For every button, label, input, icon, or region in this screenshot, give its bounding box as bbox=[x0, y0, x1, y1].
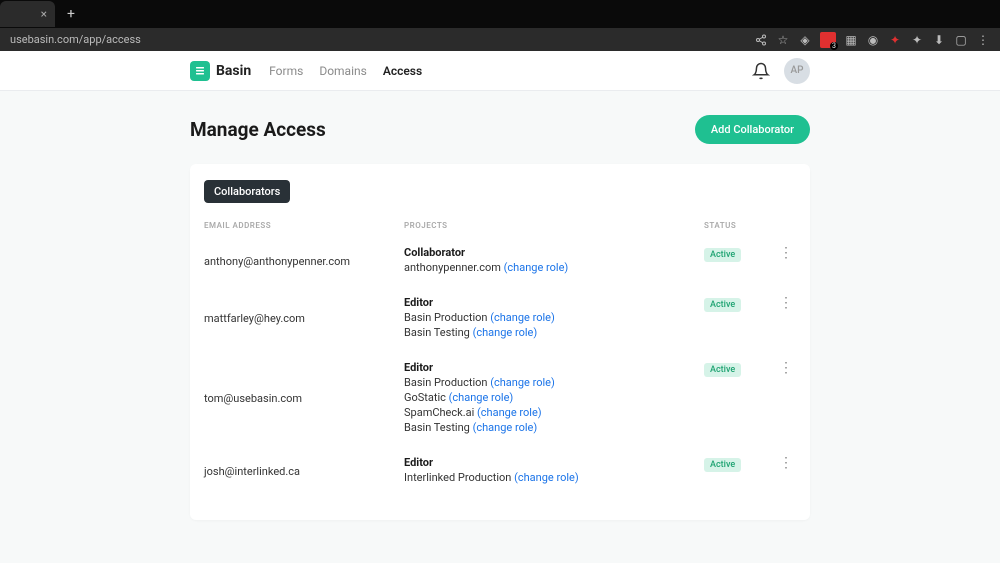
project-line: Basin Production (change role) bbox=[404, 311, 704, 324]
change-role-link[interactable]: (change role) bbox=[490, 311, 555, 324]
share-icon[interactable] bbox=[754, 33, 768, 47]
projects-cell: Editor Basin Production (change role) GoSt… bbox=[404, 361, 704, 436]
kebab-icon[interactable]: ⋮ bbox=[779, 363, 792, 373]
nav-links: Forms Domains Access bbox=[269, 64, 422, 78]
project-line: anthonypenner.com (change role) bbox=[404, 261, 704, 274]
email-cell: anthony@anthonypenner.com bbox=[204, 246, 404, 276]
kebab-icon[interactable]: ⋮ bbox=[779, 458, 792, 468]
role-label: Editor bbox=[404, 296, 704, 309]
col-header-email: EMAIL ADDRESS bbox=[204, 221, 404, 230]
status-badge: Active bbox=[704, 458, 741, 472]
projects-cell: Editor Basin Production (change role) Basi… bbox=[404, 296, 704, 341]
project-line: Interlinked Production (change role) bbox=[404, 471, 704, 484]
extension-icon[interactable]: ▦ bbox=[844, 33, 858, 47]
row-actions[interactable]: ⋮ bbox=[759, 456, 796, 486]
col-header-status: STATUS bbox=[704, 221, 759, 230]
page-header: Manage Access Add Collaborator bbox=[190, 115, 810, 144]
window-icon[interactable]: ▢ bbox=[954, 33, 968, 47]
row-actions[interactable]: ⋮ bbox=[759, 361, 796, 436]
col-header-projects: PROJECTS bbox=[404, 221, 704, 230]
projects-cell: Collaborator anthonypenner.com (change ro… bbox=[404, 246, 704, 276]
tab-collaborators[interactable]: Collaborators bbox=[204, 180, 290, 203]
extension-icon[interactable]: ◉ bbox=[866, 33, 880, 47]
browser-chrome: × + usebasin.com/app/access ☆ ◈ ▦ ◉ ✦ ✦ … bbox=[0, 0, 1000, 51]
logo[interactable]: Basin bbox=[190, 61, 251, 81]
table-header: EMAIL ADDRESS PROJECTS STATUS bbox=[190, 211, 810, 236]
new-tab-icon[interactable]: + bbox=[67, 6, 75, 22]
change-role-link[interactable]: (change role) bbox=[490, 376, 555, 389]
browser-extensions: ☆ ◈ ▦ ◉ ✦ ✦ ⬇ ▢ ⋮ bbox=[754, 32, 990, 48]
change-role-link[interactable]: (change role) bbox=[514, 471, 579, 484]
nav-link-forms[interactable]: Forms bbox=[269, 64, 303, 78]
project-line: Basin Testing (change role) bbox=[404, 421, 704, 434]
table-row: josh@interlinked.caEditor Interlinked Pro… bbox=[190, 446, 810, 496]
email-cell: mattfarley@hey.com bbox=[204, 296, 404, 341]
nav-link-access[interactable]: Access bbox=[383, 64, 422, 78]
page-content: Manage Access Add Collaborator Collabora… bbox=[0, 91, 1000, 544]
projects-cell: Editor Interlinked Production (change rol… bbox=[404, 456, 704, 486]
url-text: usebasin.com/app/access bbox=[10, 33, 141, 46]
status-badge: Active bbox=[704, 298, 741, 312]
extension-icon[interactable]: ◈ bbox=[798, 33, 812, 47]
change-role-link[interactable]: (change role) bbox=[477, 406, 542, 419]
download-icon[interactable]: ⬇ bbox=[932, 33, 946, 47]
star-icon[interactable]: ☆ bbox=[776, 33, 790, 47]
puzzle-icon[interactable]: ✦ bbox=[910, 33, 924, 47]
project-line: SpamCheck.ai (change role) bbox=[404, 406, 704, 419]
table-row: anthony@anthonypenner.comCollaborator ant… bbox=[190, 236, 810, 286]
close-icon[interactable]: × bbox=[41, 7, 47, 21]
status-cell: Active bbox=[704, 246, 759, 276]
kebab-icon[interactable]: ⋮ bbox=[779, 248, 792, 258]
logo-text: Basin bbox=[216, 63, 251, 79]
top-nav: Basin Forms Domains Access AP bbox=[0, 51, 1000, 91]
extension-icon[interactable]: ✦ bbox=[888, 33, 902, 47]
browser-tab[interactable]: × bbox=[0, 1, 55, 27]
status-cell: Active bbox=[704, 456, 759, 486]
kebab-icon[interactable]: ⋮ bbox=[779, 298, 792, 308]
menu-icon[interactable]: ⋮ bbox=[976, 33, 990, 47]
row-actions[interactable]: ⋮ bbox=[759, 246, 796, 276]
row-actions[interactable]: ⋮ bbox=[759, 296, 796, 341]
collaborators-card: Collaborators EMAIL ADDRESS PROJECTS STA… bbox=[190, 164, 810, 520]
role-label: Collaborator bbox=[404, 246, 704, 259]
change-role-link[interactable]: (change role) bbox=[473, 421, 538, 434]
page-title: Manage Access bbox=[190, 118, 326, 141]
status-cell: Active bbox=[704, 361, 759, 436]
role-label: Editor bbox=[404, 361, 704, 374]
role-label: Editor bbox=[404, 456, 704, 469]
browser-tab-bar: × + bbox=[0, 0, 1000, 28]
avatar[interactable]: AP bbox=[784, 58, 810, 84]
email-cell: tom@usebasin.com bbox=[204, 361, 404, 436]
extension-badge-icon[interactable] bbox=[820, 32, 836, 48]
change-role-link[interactable]: (change role) bbox=[449, 391, 514, 404]
table-row: tom@usebasin.comEditor Basin Production (… bbox=[190, 351, 810, 446]
status-badge: Active bbox=[704, 248, 741, 262]
status-cell: Active bbox=[704, 296, 759, 341]
app-viewport: Basin Forms Domains Access AP Manage Acc… bbox=[0, 51, 1000, 563]
nav-link-domains[interactable]: Domains bbox=[319, 64, 367, 78]
project-line: Basin Production (change role) bbox=[404, 376, 704, 389]
project-line: GoStatic (change role) bbox=[404, 391, 704, 404]
change-role-link[interactable]: (change role) bbox=[473, 326, 538, 339]
address-bar[interactable]: usebasin.com/app/access ☆ ◈ ▦ ◉ ✦ ✦ ⬇ ▢ … bbox=[0, 28, 1000, 51]
project-line: Basin Testing (change role) bbox=[404, 326, 704, 339]
bell-icon[interactable] bbox=[752, 62, 770, 80]
logo-icon bbox=[190, 61, 210, 81]
table-row: mattfarley@hey.comEditor Basin Production… bbox=[190, 286, 810, 351]
add-collaborator-button[interactable]: Add Collaborator bbox=[695, 115, 810, 144]
change-role-link[interactable]: (change role) bbox=[504, 261, 569, 274]
status-badge: Active bbox=[704, 363, 741, 377]
email-cell: josh@interlinked.ca bbox=[204, 456, 404, 486]
